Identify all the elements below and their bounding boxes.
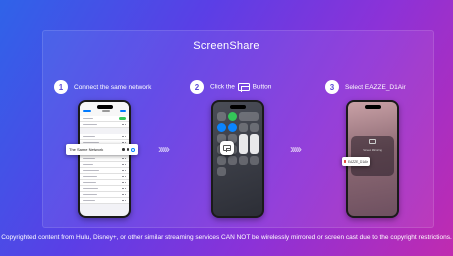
device-name: EAZZE_D1Air [347, 159, 368, 164]
camera-icon [249, 156, 259, 165]
device-option[interactable]: EAZZE_D1Air [342, 157, 370, 166]
step-2-header: 2 Click the Button [190, 80, 271, 94]
phone-notch [229, 105, 246, 109]
step-2-label-before: Click the [210, 83, 235, 91]
step-1-label: Connect the same network [74, 83, 152, 91]
media-control [249, 123, 259, 132]
step-3-number: 3 [325, 80, 339, 94]
phone-notch [364, 105, 381, 109]
device-icon [344, 160, 346, 163]
screen-mirroring-panel: Screen Mirroring [351, 136, 394, 176]
wifi-icon [216, 123, 226, 132]
phone-notch [96, 105, 113, 109]
page-title: ScreenShare [193, 40, 260, 52]
bluetooth-icon [227, 123, 237, 132]
wifi-toggle [119, 116, 126, 121]
media-control [238, 123, 248, 132]
phone-select-device: Screen Mirroring EAZZE_D1Air [342, 100, 399, 218]
airplane-icon [216, 112, 226, 121]
screen-mirroring-icon [369, 139, 376, 144]
media-tile [238, 112, 259, 121]
network-indicators [122, 147, 135, 152]
step-3-header: 3 Select EAZZE_D1Air [325, 80, 406, 94]
screen-mirroring-button[interactable] [220, 141, 234, 155]
highlighted-network-name: The Same Network [69, 147, 104, 152]
screen-mirroring-icon [223, 145, 231, 152]
qr-scan-icon [216, 167, 226, 176]
highlighted-network-row[interactable]: The Same Network [66, 144, 138, 155]
cellular-icon [227, 112, 237, 121]
arrow-chevrons-1: ››››› [158, 142, 170, 156]
step-1-number: 1 [54, 80, 68, 94]
wifi-settings-screen [80, 102, 129, 216]
wifi-network-row [80, 198, 129, 204]
step-1-header: 1 Connect the same network [54, 80, 151, 94]
phone-wifi-settings: The Same Network [66, 100, 138, 218]
control-center-screen [213, 102, 262, 216]
phone-control-center [211, 100, 264, 218]
lock-icon [122, 148, 125, 151]
step-2-label-after: Button [252, 83, 272, 91]
flashlight-icon [216, 156, 226, 165]
wifi-signal-icon [126, 148, 129, 151]
screen-mirroring-panel-title: Screen Mirroring [363, 149, 382, 152]
step-2-number: 2 [190, 80, 204, 94]
step-3-label: Select EAZZE_D1Air [345, 83, 406, 91]
info-icon [131, 147, 135, 152]
screen-mirroring-icon [237, 83, 250, 92]
copyright-notice: Copyrighted content from Hulu, Disney+, … [1, 234, 452, 241]
volume-slider [249, 134, 259, 154]
brightness-slider [238, 134, 248, 154]
calculator-icon [238, 156, 248, 165]
arrow-chevrons-2: ››››› [290, 142, 302, 156]
timer-icon [227, 156, 237, 165]
